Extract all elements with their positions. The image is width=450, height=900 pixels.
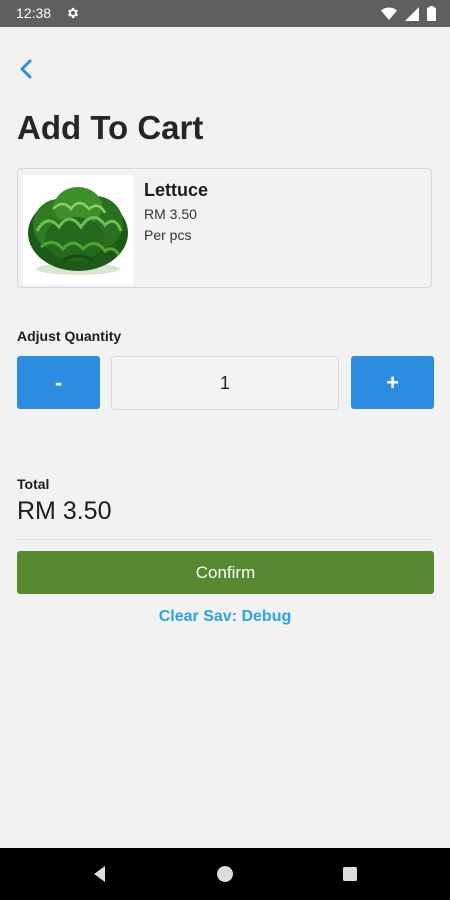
total-value: RM 3.50 <box>17 497 112 525</box>
chevron-left-icon <box>20 59 32 79</box>
wifi-icon <box>381 7 397 20</box>
increase-quantity-button[interactable]: + <box>351 356 434 409</box>
divider <box>17 539 432 540</box>
gear-icon <box>67 7 79 19</box>
quantity-field[interactable]: 1 <box>111 356 339 410</box>
back-triangle-icon[interactable] <box>90 864 110 884</box>
product-name: Lettuce <box>144 180 209 200</box>
decrease-quantity-button[interactable]: - <box>17 356 100 409</box>
recents-square-icon[interactable] <box>340 864 360 884</box>
navigation-bar <box>0 848 450 900</box>
product-unit: Per pcs <box>144 227 192 243</box>
home-circle-icon[interactable] <box>215 864 235 884</box>
battery-icon <box>427 6 436 21</box>
total-label: Total <box>17 476 50 492</box>
status-time: 12:38 <box>16 5 52 21</box>
confirm-button[interactable]: Confirm <box>17 551 434 594</box>
page-title: Add To Cart <box>17 109 204 146</box>
product-price: RM 3.50 <box>144 206 197 222</box>
clear-save-debug-link[interactable]: Clear Sav: Debug <box>0 608 450 626</box>
back-button[interactable] <box>14 56 40 82</box>
quantity-label: Adjust Quantity <box>17 328 122 344</box>
signal-icon <box>405 6 419 21</box>
status-bar: 12:38 <box>0 0 450 27</box>
lettuce-image <box>23 175 133 285</box>
product-card: Lettuce RM 3.50 Per pcs <box>17 168 432 288</box>
